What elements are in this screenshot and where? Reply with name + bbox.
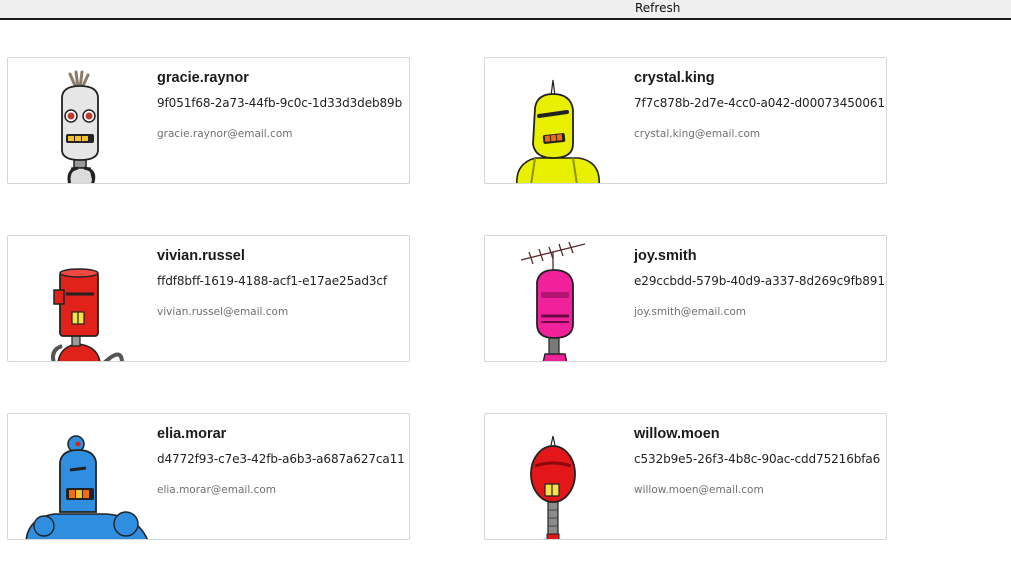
- robot-avatar: [487, 58, 631, 183]
- user-card: gracie.raynor 9f051f68-2a73-44fb-9c0c-1d…: [7, 57, 410, 184]
- user-email: elia.morar@email.com: [157, 484, 277, 496]
- user-card: willow.moen c532b9e5-26f3-4b8c-90ac-cdd7…: [484, 413, 887, 540]
- username: crystal.king: [634, 70, 715, 86]
- user-email: vivian.russel@email.com: [157, 306, 289, 318]
- refresh-button[interactable]: Refresh: [630, 0, 685, 18]
- user-uuid: ffdf8bff-1619-4188-acf1-e17ae25ad3cf: [157, 274, 388, 288]
- robot-avatar: [10, 58, 154, 183]
- user-email: willow.moen@email.com: [634, 484, 764, 496]
- user-uuid: 7f7c878b-2d7e-4cc0-a042-d00073450061: [634, 96, 885, 110]
- username: vivian.russel: [157, 248, 245, 264]
- robot-avatar: [10, 414, 154, 539]
- username: gracie.raynor: [157, 70, 249, 86]
- user-email: gracie.raynor@email.com: [157, 128, 293, 140]
- robot-avatar: [487, 236, 631, 361]
- user-email: joy.smith@email.com: [634, 306, 747, 318]
- username: joy.smith: [634, 248, 697, 264]
- user-card: crystal.king 7f7c878b-2d7e-4cc0-a042-d00…: [484, 57, 887, 184]
- robot-avatar: [487, 414, 631, 539]
- user-card: vivian.russel ffdf8bff-1619-4188-acf1-e1…: [7, 235, 410, 362]
- user-uuid: 9f051f68-2a73-44fb-9c0c-1d33d3deb89b: [157, 96, 403, 110]
- user-uuid: d4772f93-c7e3-42fb-a6b3-a687a627ca11: [157, 452, 405, 466]
- user-card: elia.morar d4772f93-c7e3-42fb-a6b3-a687a…: [7, 413, 410, 540]
- user-uuid: c532b9e5-26f3-4b8c-90ac-cdd75216bfa6: [634, 452, 881, 466]
- user-uuid: e29ccbdd-579b-40d9-a337-8d269c9fb891: [634, 274, 885, 288]
- robot-avatar: [10, 236, 154, 361]
- user-email: crystal.king@email.com: [634, 128, 761, 140]
- username: willow.moen: [634, 426, 720, 442]
- username: elia.morar: [157, 426, 227, 442]
- user-card: joy.smith e29ccbdd-579b-40d9-a337-8d269c…: [484, 235, 887, 362]
- top-toolbar: Refresh: [0, 0, 1011, 20]
